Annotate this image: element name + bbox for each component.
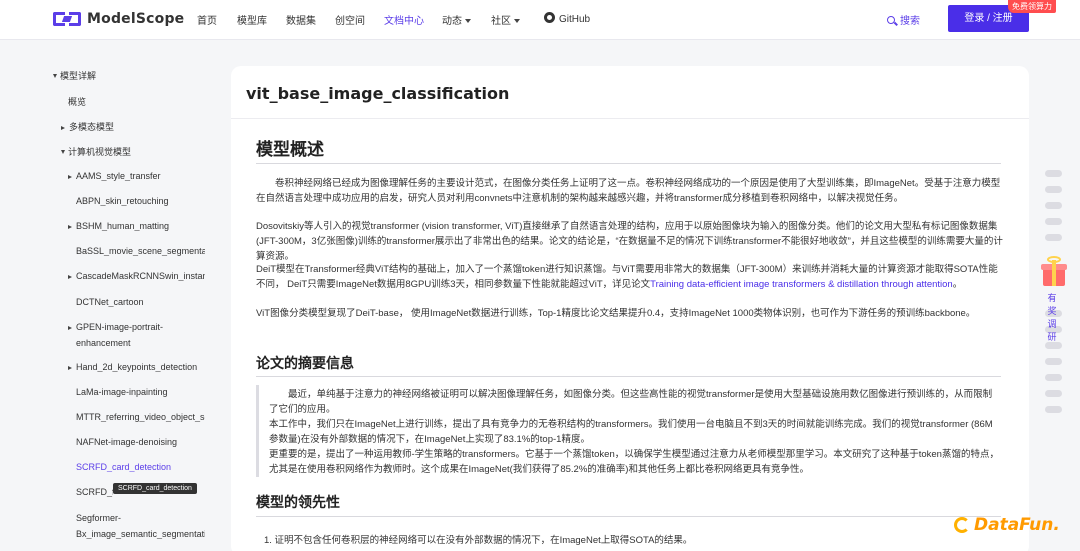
nav-home[interactable]: 首页: [197, 12, 217, 27]
sidebar-item-label: 多模态模型: [69, 122, 115, 132]
nav-datasets[interactable]: 数据集: [286, 12, 316, 27]
sidebar-item-aams[interactable]: AAMS_style_transfer: [68, 171, 215, 181]
sidebar-tooltip: SCRFD_card_detection: [113, 483, 197, 494]
caret-right-icon: [68, 175, 72, 179]
sidebar-item-gpen[interactable]: GPEN-image-portrait-: [68, 322, 215, 332]
search-icon: [887, 16, 895, 24]
list-item: 1. 证明不包含任何卷积层的神经网络可以在没有外部数据的情况下，在ImageNe…: [264, 535, 693, 546]
overview-paragraph-3: DeiT模型在Transformer经典ViT结构的基础上，加入了一个蒸馏tok…: [256, 262, 1004, 292]
deit-paper-link[interactable]: Training data-efficient image transforme…: [650, 279, 953, 290]
nav-community-label: 社区: [491, 16, 511, 27]
doc-content-card: vit_base_image_classification 模型概述 卷积神经网…: [231, 66, 1029, 551]
nav-news[interactable]: 动态: [442, 12, 471, 27]
nav-models[interactable]: 模型库: [237, 12, 267, 27]
section-divider: [256, 163, 1001, 164]
modelscope-logo[interactable]: ModelScope: [53, 10, 184, 28]
sidebar-item-gpen-line2[interactable]: enhancement: [76, 338, 215, 348]
datafun-logo-icon: [954, 517, 970, 533]
search-button[interactable]: 搜索: [887, 12, 920, 27]
section-heading-overview: 模型概述: [256, 140, 324, 159]
top-navbar: ModelScope 首页 模型库 数据集 创空间 文档中心 动态 社区 Git…: [0, 0, 1080, 40]
abstract-paragraph-2: 本工作中，我们只在ImageNet上进行训练，提出了具有竞争力的无卷积结构的tr…: [269, 419, 993, 445]
gift-icon[interactable]: [1041, 256, 1069, 288]
sidebar-item-segformer[interactable]: Segformer-: [76, 513, 215, 523]
sidebar-item-label: CascadeMaskRCNNSwin_instance: [76, 271, 205, 281]
section-heading-leadership: 模型的领先性: [256, 494, 340, 510]
caret-down-icon: [53, 74, 57, 78]
caret-right-icon: [68, 366, 72, 370]
nav-news-label: 动态: [442, 16, 462, 27]
nav-docs[interactable]: 文档中心: [384, 12, 424, 27]
page-title: vit_base_image_classification: [246, 84, 510, 103]
caret-right-icon: [68, 225, 72, 229]
sidebar-item-cascade[interactable]: CascadeMaskRCNNSwin_instance: [68, 271, 205, 281]
sidebar-item-cv-models[interactable]: 计算机视觉模型: [61, 145, 131, 158]
datafun-watermark: DataFun.: [954, 515, 1060, 535]
sidebar-item-label: 模型详解: [60, 71, 97, 81]
overview-paragraph-1: 卷积神经网络已经成为图像理解任务的主要设计范式，在图像分类任务上证明了这一点。卷…: [256, 178, 1001, 204]
sidebar-item-mttr[interactable]: MTTR_referring_video_object_segmentation: [76, 412, 205, 422]
outline-marker[interactable]: [1045, 374, 1062, 381]
section-heading-abstract: 论文的摘要信息: [256, 355, 354, 371]
paragraph-end-mark: 。: [952, 279, 963, 290]
nav-studios[interactable]: 创空间: [335, 12, 365, 27]
sidebar-item-hand2d[interactable]: Hand_2d_keypoints_detection: [68, 362, 215, 372]
modelscope-logo-icon: [53, 11, 81, 27]
nav-community[interactable]: 社区: [491, 12, 520, 27]
title-divider: [231, 118, 1029, 119]
abstract-paragraph-3: 更重要的是，提出了一种运用教师-学生策略的transformers。它基于一个蒸…: [269, 449, 999, 475]
sidebar-item-segformer-line2[interactable]: Bx_image_semantic_segmentation: [76, 529, 205, 539]
sidebar-item-scrfd-face[interactable]: SCRFD_face_detection: [76, 487, 113, 497]
outline-marker[interactable]: [1045, 218, 1062, 225]
sidebar-item-label: 计算机视觉模型: [68, 147, 132, 157]
sidebar-item-bassl[interactable]: BaSSL_movie_scene_segmentation: [76, 246, 205, 256]
chevron-down-icon: [514, 19, 520, 24]
chevron-down-icon: [465, 19, 471, 24]
section-divider: [256, 376, 1001, 377]
sidebar-item-nafnet[interactable]: NAFNet-image-denoising: [76, 437, 215, 447]
free-compute-badge[interactable]: 免费领算力: [1008, 0, 1056, 13]
caret-right-icon: [68, 326, 72, 330]
caret-right-icon: [68, 275, 72, 279]
outline-marker[interactable]: [1045, 170, 1062, 177]
outline-marker[interactable]: [1045, 390, 1062, 397]
sidebar-item-bshm[interactable]: BSHM_human_matting: [68, 221, 215, 231]
outline-marker[interactable]: [1045, 234, 1062, 241]
outline-marker[interactable]: [1045, 202, 1062, 209]
caret-right-icon: [61, 126, 65, 130]
overview-paragraph-4: ViT图像分类模型复现了DeiT-base， 使用ImageNet数据进行训练，…: [256, 308, 976, 319]
logo-text: ModelScope: [87, 11, 185, 27]
outline-marker[interactable]: [1045, 186, 1062, 193]
sidebar-item-model-details[interactable]: 模型详解: [53, 69, 96, 82]
sidebar-item-label: AAMS_style_transfer: [76, 171, 161, 181]
sidebar-item-scrfd-card[interactable]: SCRFD_card_detection: [76, 462, 215, 472]
search-label: 搜索: [900, 16, 920, 27]
github-icon: [544, 12, 555, 23]
sidebar-item-label: Hand_2d_keypoints_detection: [76, 362, 198, 372]
sidebar-item-dctnet[interactable]: DCTNet_cartoon: [76, 297, 215, 307]
caret-down-icon: [61, 150, 65, 154]
sidebar-item-lama[interactable]: LaMa-image-inpainting: [76, 387, 215, 397]
nav-github[interactable]: GitHub: [544, 12, 590, 25]
outline-marker[interactable]: [1045, 406, 1062, 413]
sidebar-item-label: GPEN-image-portrait-: [76, 322, 164, 332]
abstract-blockquote: 最近，单纯基于注意力的神经网络被证明可以解决图像理解任务，如图像分类。但这些高性…: [256, 385, 1004, 477]
outline-marker[interactable]: [1045, 358, 1062, 365]
abstract-paragraph-1: 最近，单纯基于注意力的神经网络被证明可以解决图像理解任务，如图像分类。但这些高性…: [269, 389, 993, 415]
section-divider: [256, 516, 1001, 517]
github-label: GitHub: [559, 14, 591, 25]
overview-paragraph-2: Dosovitskiy等人引入的视觉transformer (vision tr…: [256, 221, 1003, 262]
watermark-text: DataFun.: [974, 515, 1060, 535]
sidebar-item-abpn[interactable]: ABPN_skin_retouching: [76, 196, 215, 206]
survey-link[interactable]: 有奖调研: [1045, 292, 1059, 344]
sidebar-item-label: BSHM_human_matting: [76, 221, 170, 231]
sidebar-item-overview[interactable]: 概览: [68, 95, 86, 108]
sidebar-item-multimodal[interactable]: 多模态模型: [61, 120, 114, 133]
doc-sidebar: 模型详解 概览 多模态模型 计算机视觉模型 AAMS_style_transfe…: [45, 56, 215, 551]
